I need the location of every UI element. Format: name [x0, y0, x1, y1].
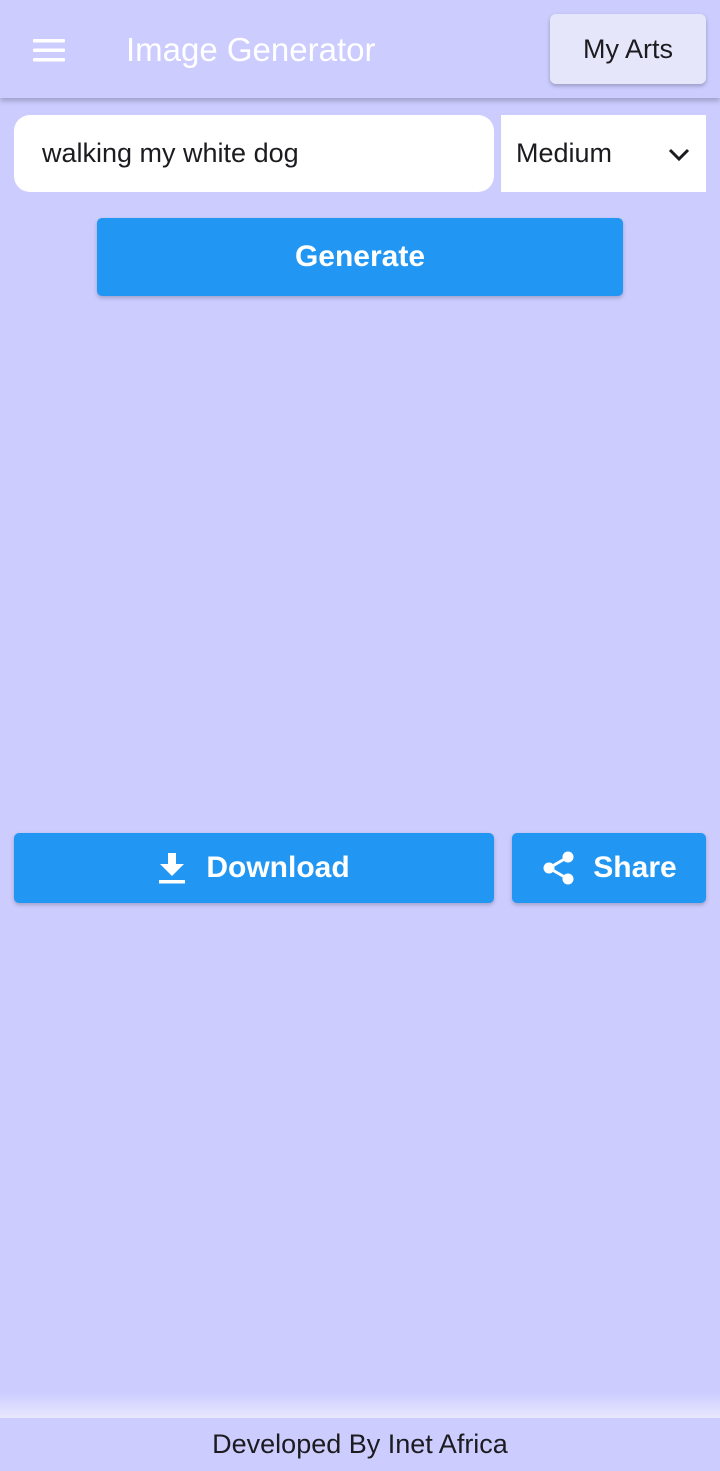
generate-button[interactable]: Generate	[97, 218, 623, 296]
chevron-down-icon	[666, 141, 692, 167]
prompt-input[interactable]	[42, 138, 466, 169]
menu-icon[interactable]	[24, 25, 74, 75]
share-button[interactable]: Share	[512, 833, 706, 903]
size-dropdown[interactable]: Medium	[501, 115, 706, 192]
my-arts-button[interactable]: My Arts	[550, 14, 706, 84]
generated-image-area	[14, 310, 706, 820]
prompt-field[interactable]	[14, 115, 494, 192]
size-selected-value: Medium	[516, 138, 613, 168]
share-label: Share	[593, 851, 677, 884]
download-icon	[158, 852, 186, 884]
app-title: Image Generator	[126, 31, 376, 68]
share-icon	[541, 850, 575, 886]
app-bar: Image Generator My Arts	[0, 0, 720, 98]
footer-credit: Developed By Inet Africa	[0, 1418, 720, 1471]
footer-divider	[0, 1392, 720, 1418]
download-label: Download	[206, 851, 350, 884]
download-button[interactable]: Download	[14, 833, 494, 903]
